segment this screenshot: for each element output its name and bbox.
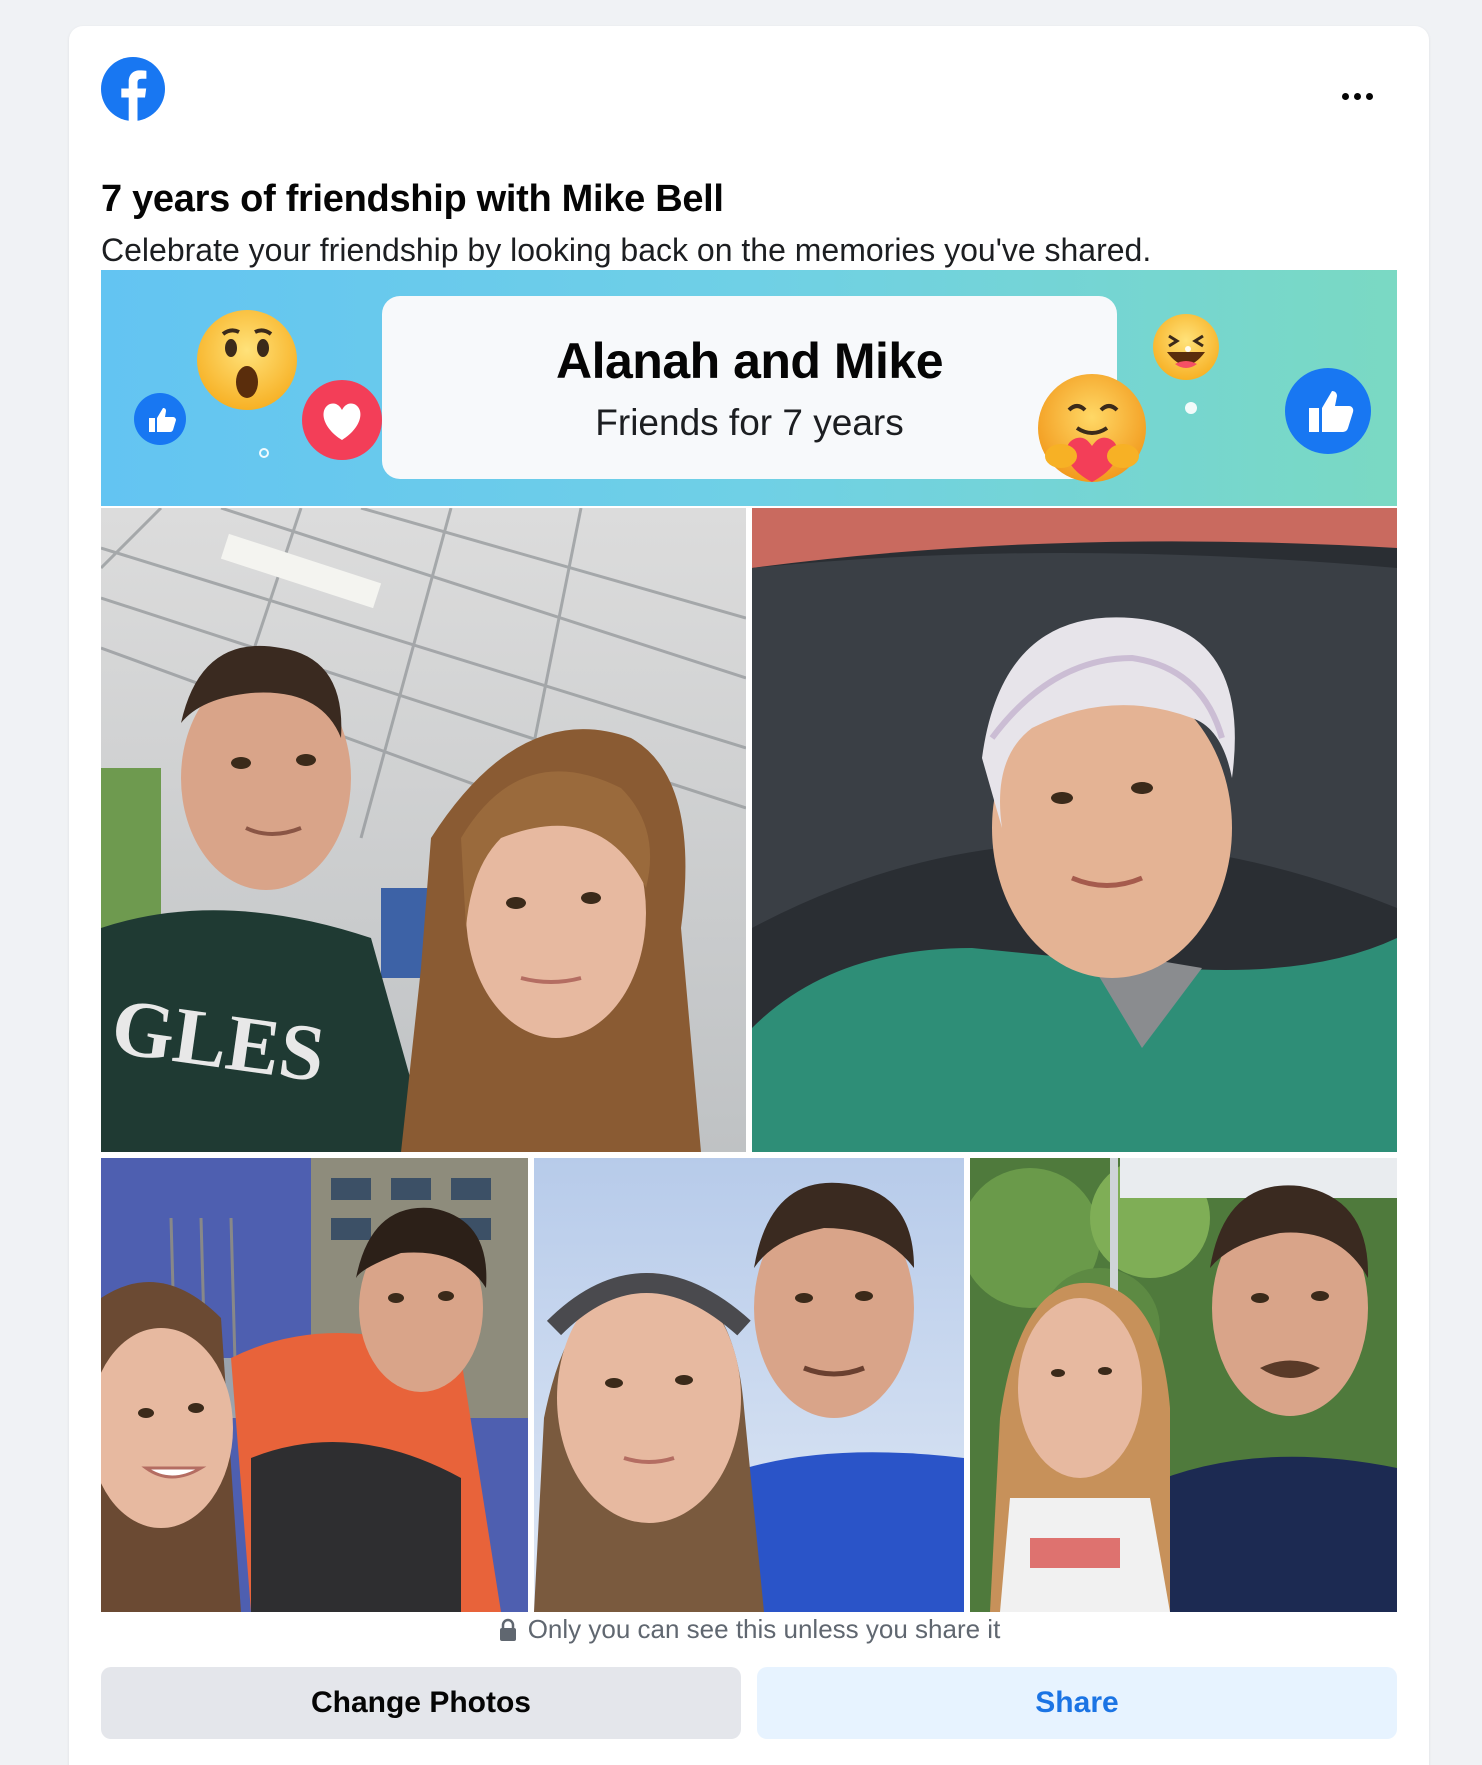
- banner-subtitle: Friends for 7 years: [595, 402, 904, 443]
- photo-hairnet-scrubs[interactable]: [752, 508, 1397, 1152]
- photo-selfie-headband[interactable]: [534, 1158, 964, 1612]
- love-icon: [300, 378, 384, 462]
- wow-icon: [195, 308, 299, 412]
- banner-card: Alanah and Mike Friends for 7 years: [382, 296, 1117, 479]
- care-icon: [1031, 370, 1153, 492]
- photo-selfie-park[interactable]: [970, 1158, 1397, 1612]
- facebook-logo-icon: [101, 57, 165, 121]
- more-options-icon: [1341, 92, 1349, 100]
- memory-card: 7 years of friendship with Mike Bell Cel…: [69, 26, 1429, 1765]
- privacy-notice: Only you can see this unless you share i…: [69, 1614, 1429, 1645]
- privacy-text: Only you can see this unless you share i…: [527, 1614, 1001, 1644]
- memory-subtitle: Celebrate your friendship by looking bac…: [101, 232, 1152, 268]
- change-photos-button[interactable]: Change Photos: [101, 1667, 741, 1739]
- more-options-button[interactable]: [1331, 78, 1383, 114]
- sparkle-decoration: [1185, 402, 1197, 414]
- like-icon: [133, 392, 187, 446]
- lock-icon: [498, 1618, 518, 1642]
- photo-collage: Alanah and Mike Friends for 7 years GLES: [101, 270, 1397, 1612]
- banner-title: Alanah and Mike: [555, 333, 944, 389]
- sparkle-decoration: [1185, 346, 1191, 352]
- like-icon: [1283, 366, 1373, 456]
- sparkle-decoration: [259, 448, 269, 458]
- share-button[interactable]: Share: [757, 1667, 1397, 1739]
- photo-selfie-orange[interactable]: [101, 1158, 528, 1612]
- memory-title: 7 years of friendship with Mike Bell: [101, 178, 724, 220]
- photo-selfie-gym[interactable]: GLES: [101, 508, 746, 1152]
- friendship-banner: Alanah and Mike Friends for 7 years: [101, 270, 1397, 506]
